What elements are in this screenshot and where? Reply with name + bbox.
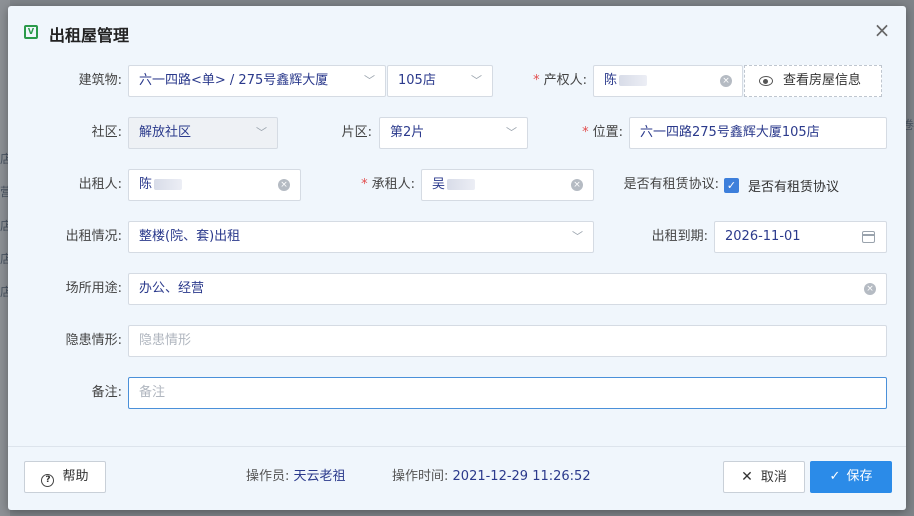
location-label: * 位置: xyxy=(582,125,623,140)
clear-icon[interactable]: × xyxy=(720,75,732,87)
usage-value: 办公、经营 xyxy=(139,281,205,296)
tenant-input[interactable]: 吴 × xyxy=(421,169,594,201)
rental-house-dialog: V 出租屋管理 × 建筑物: 六一四路<单> / 275号鑫辉大厦 ﹀ 105店… xyxy=(8,6,906,510)
chevron-down-icon: ﹀ xyxy=(364,74,375,87)
hazard-input[interactable]: 隐患情形 xyxy=(128,325,887,357)
area-value: 第2片 xyxy=(390,125,425,140)
dialog-logo-icon: V xyxy=(24,25,38,39)
chevron-down-icon: ﹀ xyxy=(572,230,583,243)
clear-icon[interactable]: × xyxy=(571,179,583,191)
lease-agreement-checkbox[interactable]: ✓ 是否有租赁协议 xyxy=(724,176,840,195)
save-button[interactable]: ✓ 保存 xyxy=(810,461,892,493)
hazard-placeholder: 隐患情形 xyxy=(139,333,192,348)
hazard-label: 隐患情形: xyxy=(65,333,122,348)
location-input[interactable]: 六一四路275号鑫辉大厦105店 xyxy=(629,117,887,149)
lessor-label: 出租人: xyxy=(78,177,122,192)
location-value: 六一四路275号鑫辉大厦105店 xyxy=(640,125,820,140)
rental-expiry-label: 出租到期: xyxy=(651,229,708,244)
operation-time-value: 2021-12-29 11:26:52 xyxy=(452,469,591,484)
help-label: 帮助 xyxy=(62,469,89,484)
lessor-input[interactable]: 陈 × xyxy=(128,169,301,201)
view-house-info-label: 查看房屋信息 xyxy=(783,73,862,88)
clear-icon[interactable]: × xyxy=(278,179,290,191)
usage-input[interactable]: 办公、经营 × xyxy=(128,273,887,305)
rental-status-select[interactable]: 整楼(院、套)出租 ﹀ xyxy=(128,221,594,253)
operator-value: 天云老祖 xyxy=(293,469,346,484)
owner-label: * 产权人: xyxy=(533,73,587,88)
building-unit-select[interactable]: 105店 ﹀ xyxy=(387,65,493,97)
chevron-down-icon: ﹀ xyxy=(471,74,482,87)
chevron-down-icon: ﹀ xyxy=(506,126,517,139)
remarks-label: 备注: xyxy=(91,385,122,400)
building-select[interactable]: 六一四路<单> / 275号鑫辉大厦 ﹀ xyxy=(128,65,386,97)
operator-info: 操作员: 天云老祖 xyxy=(246,461,346,493)
building-label: 建筑物: xyxy=(78,73,122,88)
community-label: 社区: xyxy=(91,125,122,140)
lease-agreement-label: 是否有租赁协议: xyxy=(623,177,719,192)
check-icon: ✓ xyxy=(829,469,841,484)
usage-label: 场所用途: xyxy=(65,281,122,296)
rental-expiry-date[interactable]: 2026-11-01 xyxy=(714,221,887,253)
community-value: 解放社区 xyxy=(139,125,192,140)
operator-label: 操作员: xyxy=(246,469,290,484)
remarks-placeholder: 备注 xyxy=(139,385,166,400)
area-select[interactable]: 第2片 ﹀ xyxy=(379,117,528,149)
owner-input[interactable]: 陈 × xyxy=(593,65,743,97)
building-unit-value: 105店 xyxy=(398,73,436,88)
building-value: 六一四路<单> / 275号鑫辉大厦 xyxy=(139,73,329,88)
view-house-info-button[interactable]: 查看房屋信息 xyxy=(744,65,882,97)
chevron-down-icon: ﹀ xyxy=(256,126,267,139)
tenant-value: 吴 xyxy=(432,177,446,192)
rental-expiry-value: 2026-11-01 xyxy=(725,229,801,244)
close-icon[interactable]: × xyxy=(872,20,892,40)
clear-icon[interactable]: × xyxy=(864,283,876,295)
question-icon: ? xyxy=(41,474,55,487)
eye-icon xyxy=(759,76,773,86)
operation-time-label: 操作时间: xyxy=(392,469,449,484)
area-label: 片区: xyxy=(341,125,372,140)
rental-status-value: 整楼(院、套)出租 xyxy=(139,229,241,244)
checkmark-icon[interactable]: ✓ xyxy=(724,177,739,193)
rental-status-label: 出租情况: xyxy=(65,229,122,244)
calendar-icon[interactable] xyxy=(862,231,875,243)
save-label: 保存 xyxy=(846,469,873,484)
dialog-footer: ? 帮助 操作员: 天云老祖 操作时间: 2021-12-29 11:26:52 … xyxy=(8,446,906,510)
community-select[interactable]: 解放社区 ﹀ xyxy=(128,117,278,149)
close-icon: ✕ xyxy=(741,469,753,485)
dialog-title: 出租屋管理 xyxy=(49,26,130,45)
cancel-label: 取消 xyxy=(760,470,787,485)
owner-value: 陈 xyxy=(604,73,618,88)
lessor-value: 陈 xyxy=(139,177,153,192)
operation-time-info: 操作时间: 2021-12-29 11:26:52 xyxy=(392,461,591,493)
lease-agreement-checkbox-text: 是否有租赁协议 xyxy=(748,179,840,195)
dialog-header: V 出租屋管理 × xyxy=(8,6,906,58)
help-button[interactable]: ? 帮助 xyxy=(24,461,106,493)
tenant-label: * 承租人: xyxy=(361,177,415,192)
remarks-input[interactable]: 备注 xyxy=(128,377,887,409)
cancel-button[interactable]: ✕ 取消 xyxy=(723,461,805,493)
